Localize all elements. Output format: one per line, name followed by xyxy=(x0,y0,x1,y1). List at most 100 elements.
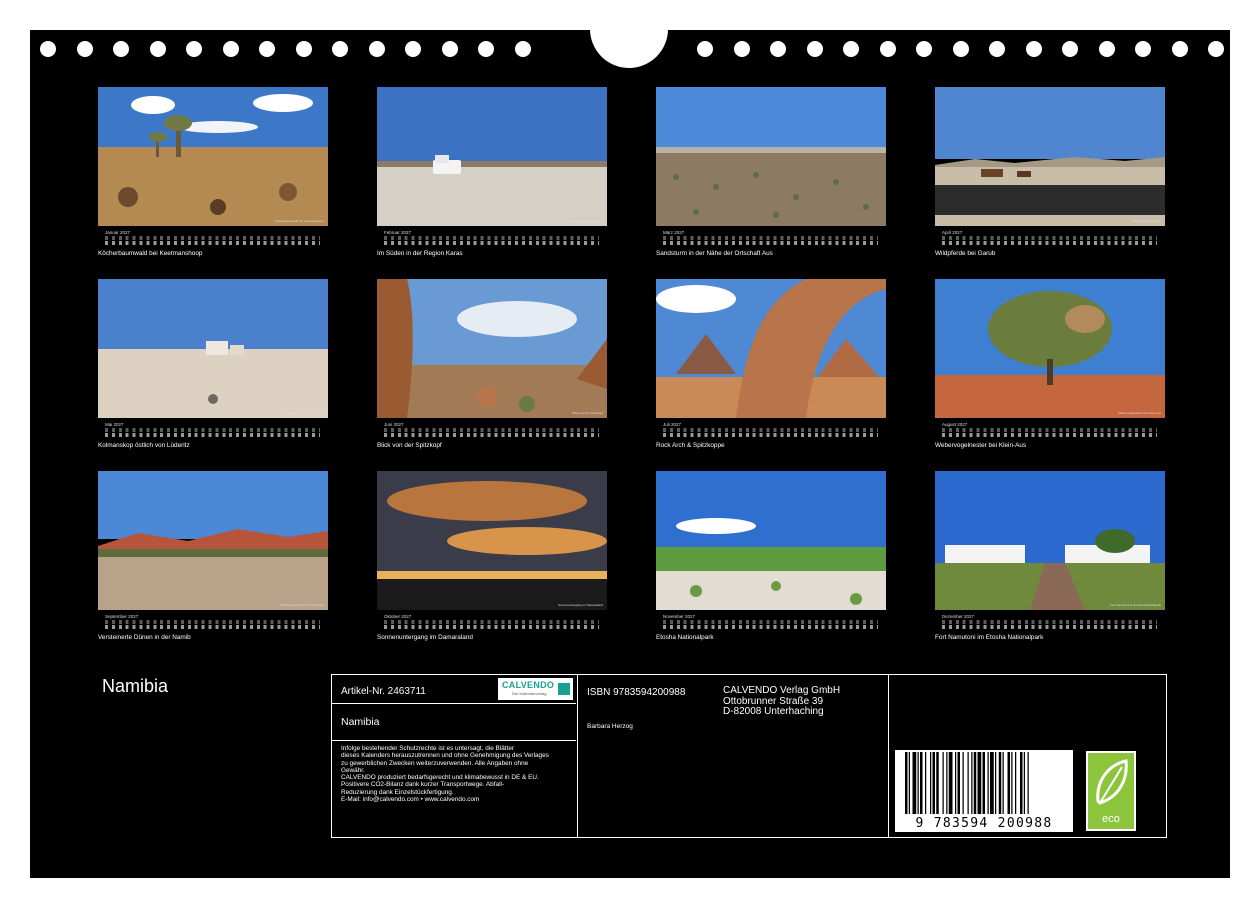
month-photo: Wildpferde bei Garub xyxy=(935,87,1165,226)
leaf-icon xyxy=(1096,759,1128,805)
photo-credit: Köcherbaumwald bei Keetmanshoop xyxy=(274,219,324,223)
photo-caption: Fort Namutoni im Etosha Nationalpark xyxy=(935,634,1044,641)
binding-hole xyxy=(806,41,823,57)
barcode-bar xyxy=(998,752,1002,814)
eco-label: eco xyxy=(1102,813,1120,825)
date-row xyxy=(942,625,1157,629)
month-name: September 2027 xyxy=(105,614,139,619)
binding-hole xyxy=(770,41,786,57)
legal-line: E-Mail: info@calvendo.com • www.calvendo… xyxy=(341,796,480,804)
author: Barbara Herzog xyxy=(587,723,633,730)
barcode-bar xyxy=(982,752,985,814)
photo-credit: Kolmanskop östlich von Lüderitz xyxy=(280,411,324,415)
barcode-bar xyxy=(957,752,960,814)
binding-hole xyxy=(733,41,750,57)
barcode-bar xyxy=(912,752,917,814)
weekday-row xyxy=(105,428,320,432)
calvendo-flag-icon xyxy=(558,683,570,695)
photo-caption: Sonnenuntergang im Damaraland xyxy=(377,634,473,641)
binding-hole xyxy=(1171,41,1188,57)
binding-hole xyxy=(1025,41,1042,57)
date-row xyxy=(942,241,1157,245)
barcode-bar xyxy=(946,752,948,814)
date-row xyxy=(105,241,320,245)
publisher-line: CALVENDO Verlag GmbH xyxy=(723,685,841,696)
month-name: Juni 2027 xyxy=(384,422,404,427)
photo-image xyxy=(377,279,607,418)
photo-caption: Webervogelnester bei Klein-Aus xyxy=(935,442,1027,449)
photo-caption: Sandsturm in der Nähe der Ortschaft Aus xyxy=(656,250,773,257)
binding-hole xyxy=(295,41,312,57)
photo-image xyxy=(98,279,328,418)
legal-line: Gewähr. xyxy=(341,766,365,774)
day-strip xyxy=(384,428,599,438)
month-photo: Sonnenuntergang im Damaraland xyxy=(377,471,607,610)
photo-caption: Versteinerte Dünen in der Namib xyxy=(98,634,191,641)
photo-caption: Etosha Nationalpark xyxy=(656,634,714,641)
month-name: Dezember 2027 xyxy=(942,614,975,619)
month-photo: Im Süden in der Region Karas xyxy=(377,87,607,226)
binding-hole xyxy=(697,41,713,57)
binding-hole xyxy=(222,41,239,57)
barcode-bar xyxy=(1011,752,1013,814)
day-strip xyxy=(942,236,1157,246)
date-row xyxy=(942,433,1157,437)
publisher-line: D-82008 Unterhaching xyxy=(723,706,824,717)
month-panel: Versteinerte Dünen in der Namib September… xyxy=(98,471,328,651)
day-strip xyxy=(105,236,320,246)
barcode-number: 9 783594 200988 xyxy=(915,816,1053,831)
month-panel: Webervogelnester bei Klein-Aus August 202… xyxy=(935,279,1165,459)
binding-hole xyxy=(113,41,129,57)
binding-hole xyxy=(879,41,896,57)
info-box-barcode: 9 783594 200988 eco xyxy=(889,674,1167,838)
barcode-bar xyxy=(995,752,997,814)
barcode-bar xyxy=(973,752,977,814)
barcode-bar xyxy=(936,752,939,814)
binding-hole xyxy=(441,41,458,57)
weekday-row xyxy=(663,236,878,240)
binding-hole xyxy=(1098,41,1115,57)
photo-credit: Etosha Nationalpark xyxy=(854,603,882,607)
date-row xyxy=(663,433,878,437)
date-row xyxy=(384,433,599,437)
weekday-row xyxy=(384,428,599,432)
month-panel: Blick von der Spitzkopf Juni 2027 Blick vo… xyxy=(377,279,607,459)
photo-credit: Webervogelnester bei Klein-Aus xyxy=(1118,411,1161,415)
legal-line: Infolge bestehender Schutzrechte ist es … xyxy=(341,745,515,752)
barcode-bar xyxy=(987,752,989,814)
photo-image xyxy=(935,279,1165,418)
photo-credit: Versteinerte Dünen in der Namib xyxy=(280,603,324,607)
barcode-bar xyxy=(920,752,923,814)
binding-hole xyxy=(989,41,1005,57)
hanger-cutout xyxy=(590,30,668,68)
binding-hole xyxy=(916,41,932,57)
month-name: März 2027 xyxy=(663,230,685,235)
isbn: ISBN 9783594200988 xyxy=(587,687,686,698)
photo-image xyxy=(935,87,1165,226)
legal-line: dieses Kalenders herauszutrennen und ohn… xyxy=(341,752,549,760)
day-strip xyxy=(105,428,320,438)
month-name: April 2027 xyxy=(942,230,963,235)
photo-image xyxy=(98,87,328,226)
product-name: Namibia xyxy=(341,716,380,728)
info-box-article: Artikel-Nr. 2463711 CALVENDO Der Kalende… xyxy=(331,674,578,838)
photo-credit: Fort Namutoni im Etosha Nationalpark xyxy=(1110,603,1161,607)
date-row xyxy=(105,433,320,437)
day-strip xyxy=(384,236,599,246)
binding-hole xyxy=(259,41,275,57)
binding-hole xyxy=(952,41,969,57)
photo-caption: Rock Arch & Spitzkoppe xyxy=(656,442,725,449)
binding-hole xyxy=(40,41,56,57)
eco-badge: eco xyxy=(1086,751,1136,831)
barcode-bar xyxy=(1020,752,1023,814)
binding-hole xyxy=(332,41,348,57)
month-name: August 2027 xyxy=(942,422,968,427)
photo-caption: Kolmanskop östlich von Lüderitz xyxy=(98,442,190,449)
weekday-row xyxy=(663,620,878,624)
binding-hole xyxy=(478,41,494,57)
month-name: November 2027 xyxy=(663,614,696,619)
binding-hole xyxy=(514,41,531,57)
barcode-bar xyxy=(905,752,908,814)
weekday-row xyxy=(942,620,1157,624)
binding-hole xyxy=(1062,41,1078,57)
